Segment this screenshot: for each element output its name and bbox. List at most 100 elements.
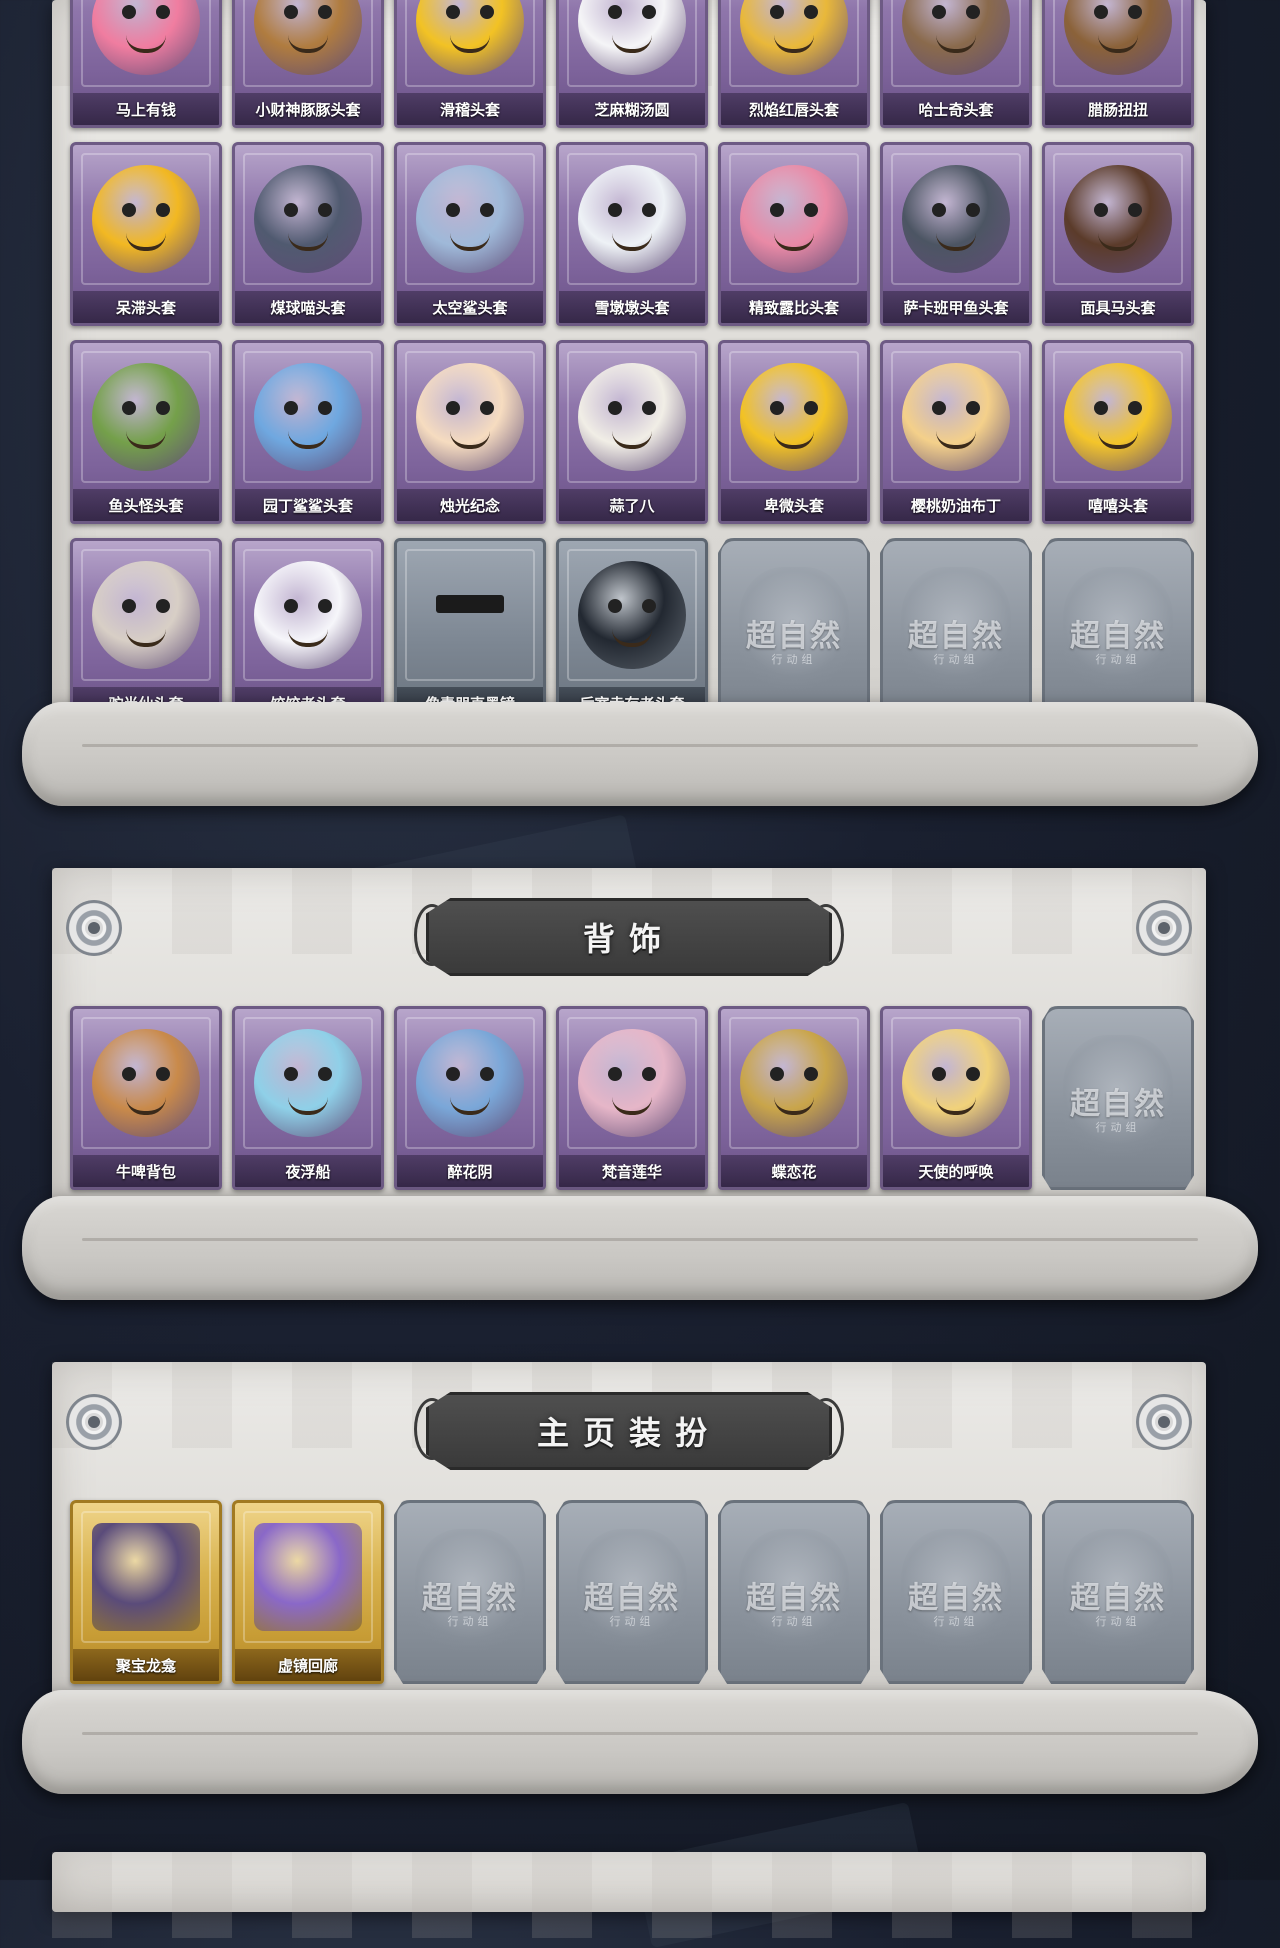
watermark-sub: 行动组 <box>447 1615 493 1628</box>
item-image <box>92 1029 200 1137</box>
item-card[interactable]: 面具马头套 <box>1042 142 1194 326</box>
eye-icon <box>966 401 980 415</box>
item-card[interactable]: 园丁鲨鲨头套 <box>232 340 384 524</box>
eye-icon <box>446 203 460 217</box>
watermark-sub: 行动组 <box>1095 1121 1141 1134</box>
item-card[interactable]: 烛光纪念 <box>394 340 546 524</box>
item-name: 嘻嘻头套 <box>1045 489 1191 521</box>
item-image <box>416 561 524 669</box>
eye-icon <box>318 599 332 613</box>
item-card[interactable]: 腊肠扭扭 <box>1042 0 1194 128</box>
item-card[interactable]: 樱桃奶油布丁 <box>880 340 1032 524</box>
mouth-icon <box>612 35 652 53</box>
eye-icon <box>1128 5 1142 19</box>
item-card[interactable]: 呆滞头套 <box>70 142 222 326</box>
item-card[interactable]: 蝶恋花 <box>718 1006 870 1190</box>
back-panel: 背饰 牛啤背包 夜浮船 醉花阴 梵音莲华 蝶恋花 天使的呼唤 超自然 行动组 <box>52 868 1206 1206</box>
item-card[interactable]: 马上有钱 <box>70 0 222 128</box>
item-name: 聚宝龙龛 <box>73 1649 219 1681</box>
locked-item-card[interactable]: 超自然 行动组 <box>880 538 1032 722</box>
item-name: 面具马头套 <box>1045 291 1191 323</box>
mouth-icon <box>774 233 814 251</box>
mouth-icon <box>126 431 166 449</box>
item-card[interactable]: 醉花阴 <box>394 1006 546 1190</box>
item-name: 雪墩墩头套 <box>559 291 705 323</box>
watermark-logo: 超自然 <box>746 1581 842 1616</box>
mouth-icon <box>612 1097 652 1115</box>
mouth-icon <box>936 233 976 251</box>
item-name: 卑微头套 <box>721 489 867 521</box>
item-name: 蝶恋花 <box>721 1155 867 1187</box>
item-image <box>92 1523 200 1631</box>
locked-item-card[interactable]: 超自然 行动组 <box>556 1500 708 1684</box>
locked-item-card[interactable]: 超自然 行动组 <box>880 1500 1032 1684</box>
watermark-sub: 行动组 <box>933 653 979 666</box>
locked-item-card[interactable]: 超自然 行动组 <box>1042 538 1194 722</box>
eye-icon <box>122 401 136 415</box>
item-image <box>578 165 686 273</box>
item-card[interactable]: 煤球喵头套 <box>232 142 384 326</box>
mouth-icon <box>288 35 328 53</box>
locked-item-card[interactable]: 超自然 行动组 <box>394 1500 546 1684</box>
eye-icon <box>642 1067 656 1081</box>
eye-icon <box>480 5 494 19</box>
item-card[interactable]: 滑稽头套 <box>394 0 546 128</box>
eye-icon <box>122 599 136 613</box>
eye-icon <box>284 599 298 613</box>
mouth-icon <box>288 1097 328 1115</box>
mouth-icon <box>126 233 166 251</box>
mouth-icon <box>126 1097 166 1115</box>
locked-item-card[interactable]: 超自然 行动组 <box>718 1500 870 1684</box>
item-name: 樱桃奶油布丁 <box>883 489 1029 521</box>
item-card[interactable]: 牛啤背包 <box>70 1006 222 1190</box>
item-card[interactable]: 芝麻糊汤圆 <box>556 0 708 128</box>
eye-icon <box>156 1067 170 1081</box>
item-card[interactable]: 小财神豚豚头套 <box>232 0 384 128</box>
item-card[interactable]: 萨卡班甲鱼头套 <box>880 142 1032 326</box>
watermark-sub: 行动组 <box>609 1615 655 1628</box>
item-name: 烈焰红唇头套 <box>721 93 867 125</box>
item-image <box>1064 363 1172 471</box>
watermark-logo: 超自然 <box>1070 1581 1166 1616</box>
item-image <box>254 165 362 273</box>
eye-icon <box>480 1067 494 1081</box>
eye-icon <box>318 401 332 415</box>
watermark-sub: 行动组 <box>933 1615 979 1628</box>
mouth-icon <box>450 1097 490 1115</box>
item-card[interactable]: 蒜了八 <box>556 340 708 524</box>
item-card[interactable]: 像素朋克墨镜 <box>394 538 546 722</box>
locked-item-card[interactable]: 超自然 行动组 <box>718 538 870 722</box>
watermark-logo: 超自然 <box>422 1581 518 1616</box>
item-card[interactable]: 嘻嘻头套 <box>1042 340 1194 524</box>
item-card[interactable]: 聚宝龙龛 <box>70 1500 222 1684</box>
locked-item-card[interactable]: 超自然 行动组 <box>1042 1500 1194 1684</box>
eye-icon <box>932 5 946 19</box>
item-card[interactable]: 太空鲨头套 <box>394 142 546 326</box>
mouth-icon <box>612 431 652 449</box>
item-card[interactable]: 后室幸存者头套 <box>556 538 708 722</box>
eye-icon <box>932 401 946 415</box>
eye-icon <box>608 203 622 217</box>
item-image <box>578 1029 686 1137</box>
eye-icon <box>932 203 946 217</box>
item-card[interactable]: 天使的呼唤 <box>880 1006 1032 1190</box>
item-card[interactable]: 梵音莲华 <box>556 1006 708 1190</box>
mouth-icon <box>612 233 652 251</box>
item-card[interactable]: 虚镜回廊 <box>232 1500 384 1684</box>
item-card[interactable]: 哈士奇头套 <box>880 0 1032 128</box>
item-card[interactable]: 精致露比头套 <box>718 142 870 326</box>
eye-icon <box>318 1067 332 1081</box>
eye-icon <box>770 5 784 19</box>
item-card[interactable]: 烈焰红唇头套 <box>718 0 870 128</box>
item-card[interactable]: 驼半仙头套 <box>70 538 222 722</box>
eye-icon <box>446 5 460 19</box>
item-card[interactable]: 卑微头套 <box>718 340 870 524</box>
item-card[interactable]: 鱼头怪头套 <box>70 340 222 524</box>
locked-item-card[interactable]: 超自然 行动组 <box>1042 1006 1194 1190</box>
item-card[interactable]: 饺饺者头套 <box>232 538 384 722</box>
item-card[interactable]: 雪墩墩头套 <box>556 142 708 326</box>
mouth-icon <box>774 1097 814 1115</box>
mouth-icon <box>288 629 328 647</box>
watermark-sub: 行动组 <box>771 1615 817 1628</box>
item-card[interactable]: 夜浮船 <box>232 1006 384 1190</box>
